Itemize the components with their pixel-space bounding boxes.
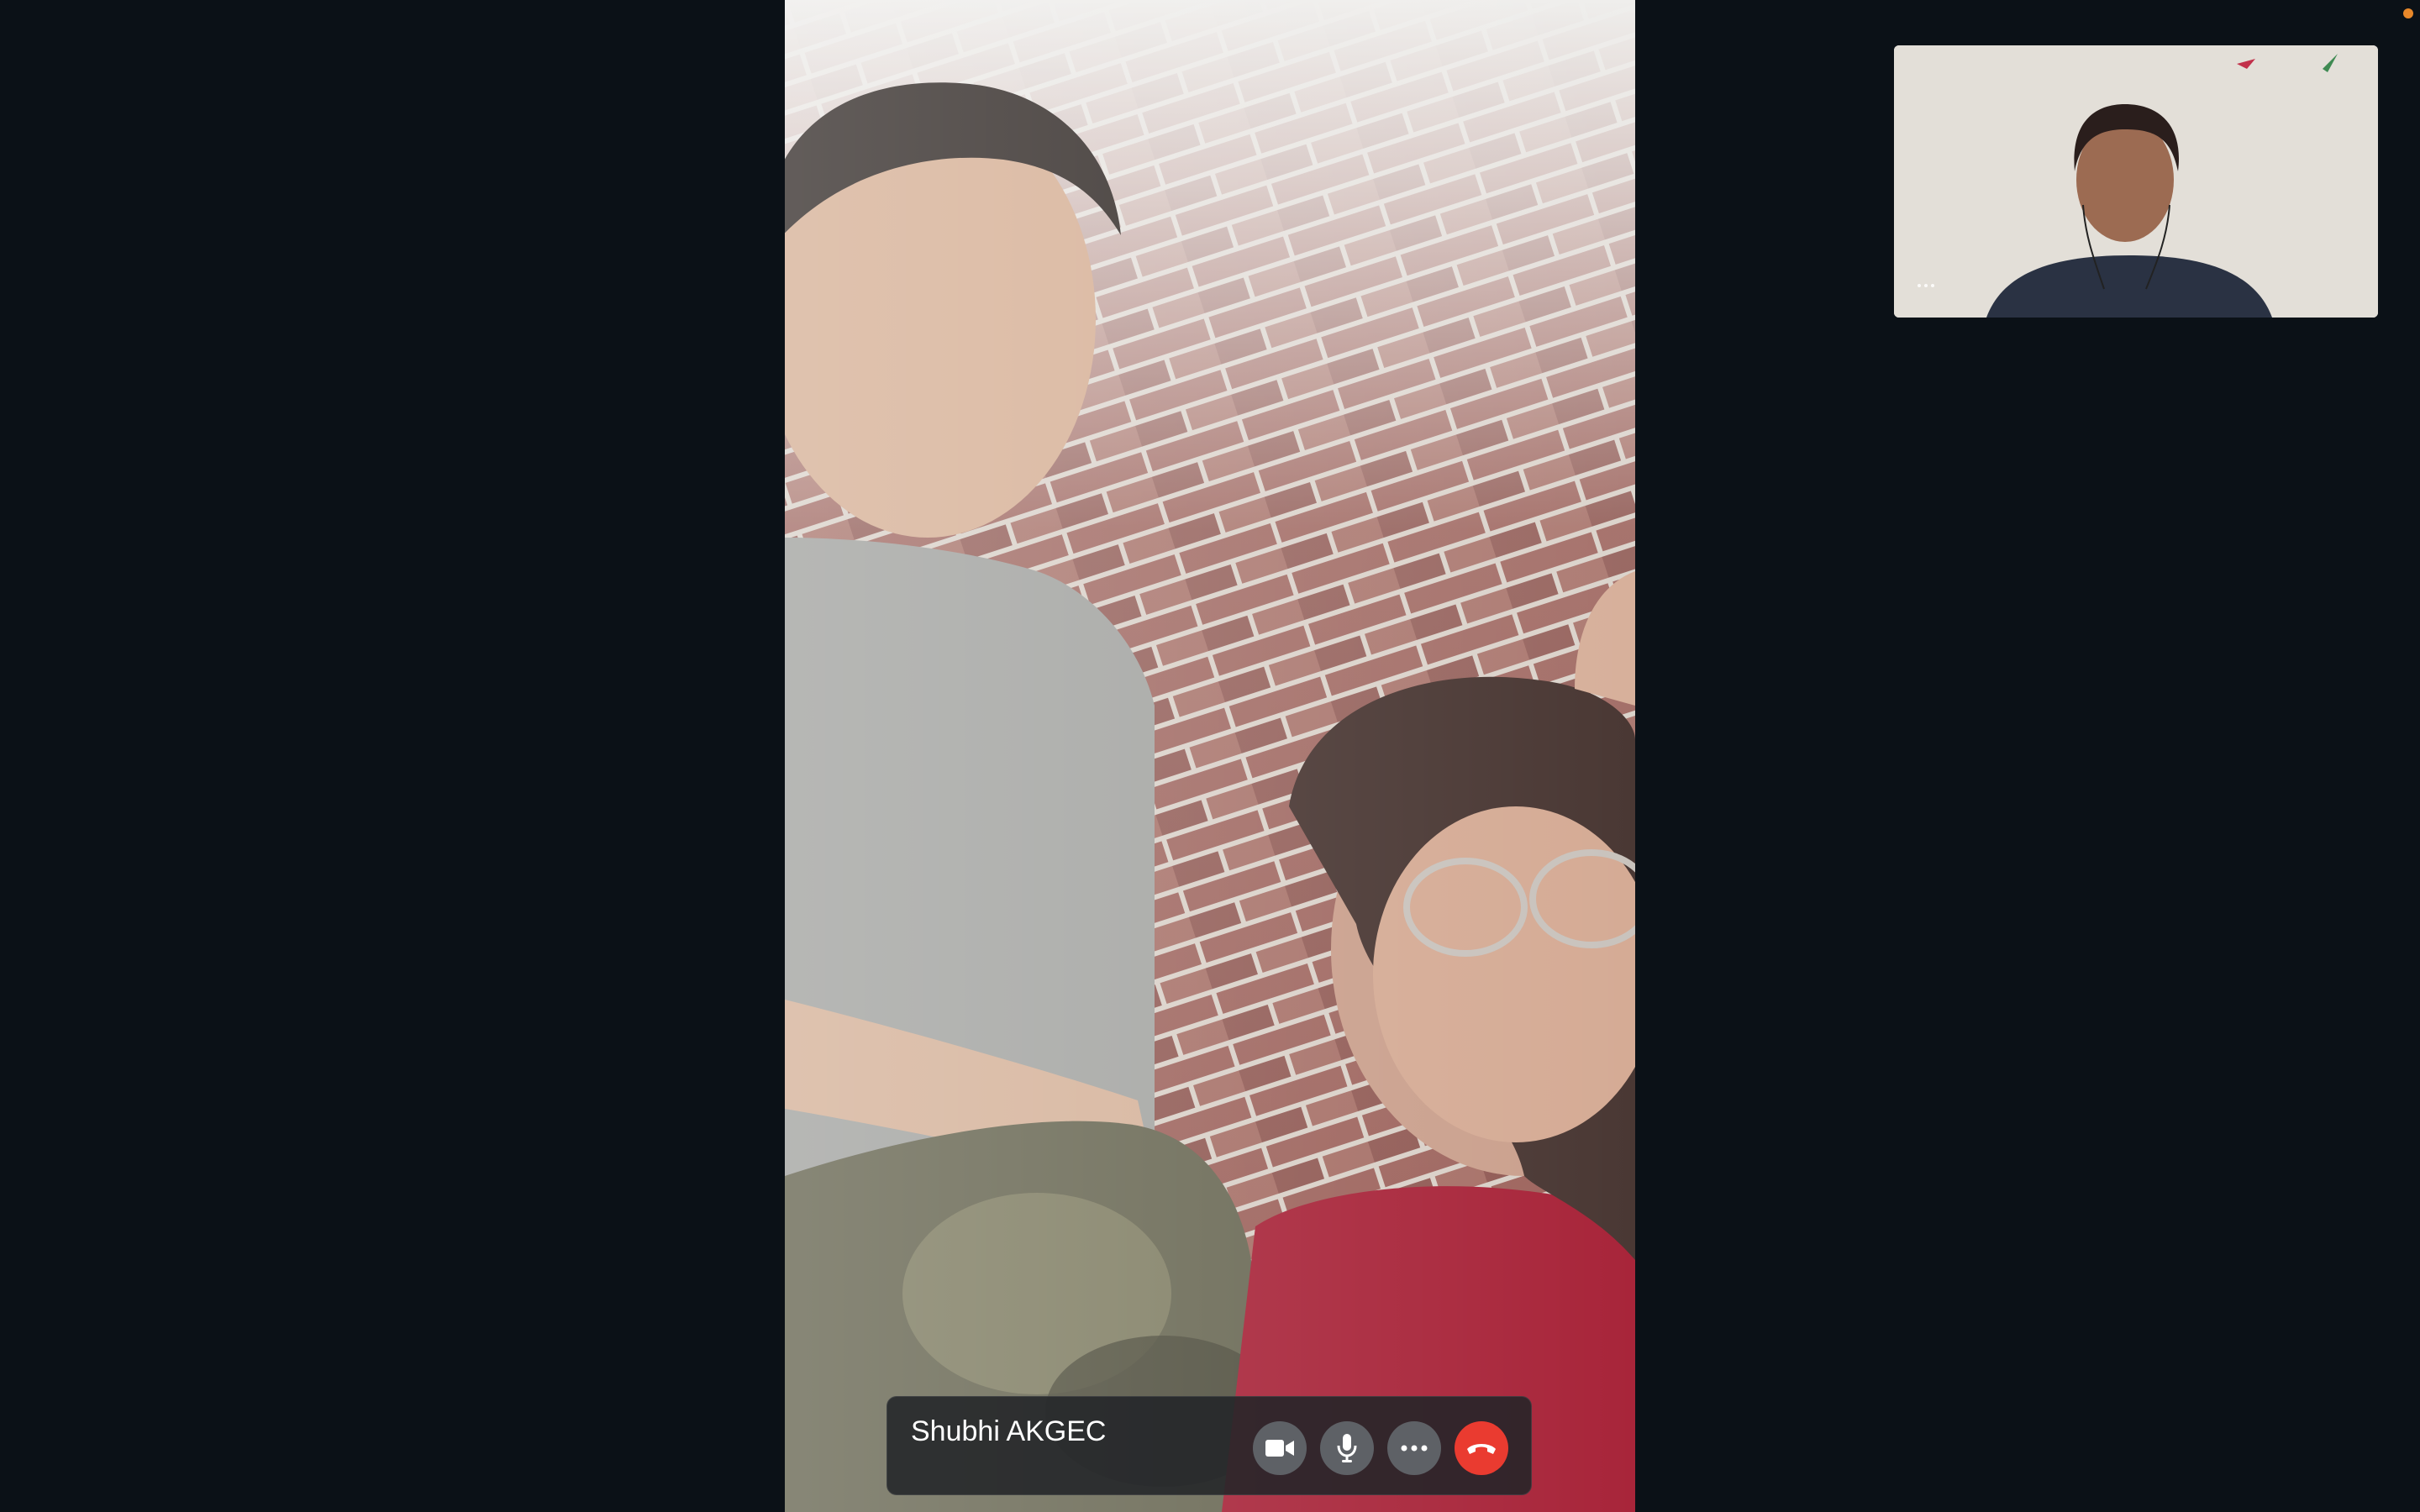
self-view-tile[interactable] bbox=[1894, 45, 2378, 318]
dot-icon bbox=[1918, 284, 1921, 287]
microphone-icon bbox=[1337, 1434, 1357, 1462]
dot-icon bbox=[1924, 284, 1928, 287]
dot-icon bbox=[1931, 284, 1934, 287]
remote-video-feed bbox=[785, 0, 1635, 1512]
end-call-button[interactable] bbox=[1455, 1421, 1508, 1475]
more-dots-icon bbox=[1401, 1445, 1428, 1452]
recording-indicator-icon bbox=[2403, 8, 2413, 18]
call-control-bar: Shubhi AKGEC bbox=[886, 1396, 1532, 1495]
camera-toggle-button[interactable] bbox=[1253, 1421, 1307, 1475]
caller-name: Shubhi AKGEC bbox=[911, 1415, 1107, 1447]
hang-up-icon bbox=[1467, 1444, 1496, 1454]
video-call-window: Shubhi AKGEC bbox=[0, 0, 2420, 1512]
self-view-more-button[interactable] bbox=[1909, 277, 1943, 294]
more-options-button[interactable] bbox=[1387, 1421, 1441, 1475]
microphone-toggle-button[interactable] bbox=[1320, 1421, 1374, 1475]
self-view-image bbox=[1894, 45, 2378, 318]
video-camera-icon bbox=[1265, 1440, 1294, 1457]
remote-video-image bbox=[785, 0, 1635, 1512]
